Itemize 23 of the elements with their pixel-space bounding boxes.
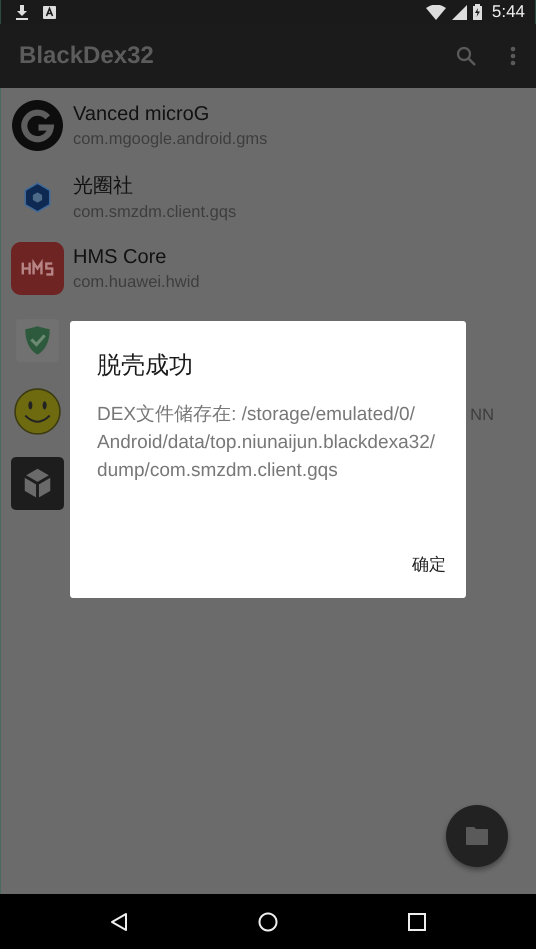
confirm-button[interactable]: 确定 — [412, 547, 446, 582]
wifi-icon — [426, 4, 446, 20]
more-options-icon[interactable] — [510, 46, 516, 66]
app-icon — [11, 242, 64, 296]
signal-icon — [452, 4, 467, 20]
app-icon — [11, 99, 64, 152]
back-icon[interactable] — [110, 912, 128, 932]
clock: 5:44 — [492, 2, 525, 22]
app-name: Vanced microG — [73, 102, 210, 126]
download-icon — [15, 4, 29, 20]
folder-fab[interactable] — [446, 805, 508, 867]
dialog-title: 脱壳成功 — [97, 351, 194, 381]
app-title: BlackDex32 — [19, 42, 154, 70]
app-name: HMS Core — [73, 246, 168, 269]
search-icon[interactable] — [456, 46, 476, 66]
app-icon — [11, 456, 64, 510]
battery-icon — [472, 4, 482, 20]
folder-icon — [466, 827, 488, 845]
recents-icon[interactable] — [408, 912, 426, 930]
app-name: 光圈社 — [73, 174, 134, 200]
keyboard-notification-icon — [43, 6, 56, 18]
dialog-message: DEX文件储存在: /storage/emulated/0/Android/data/top.niunaijun.blackdexa32/dump/com.smzdm.client.gqs — [97, 403, 436, 483]
home-icon[interactable] — [258, 912, 278, 932]
